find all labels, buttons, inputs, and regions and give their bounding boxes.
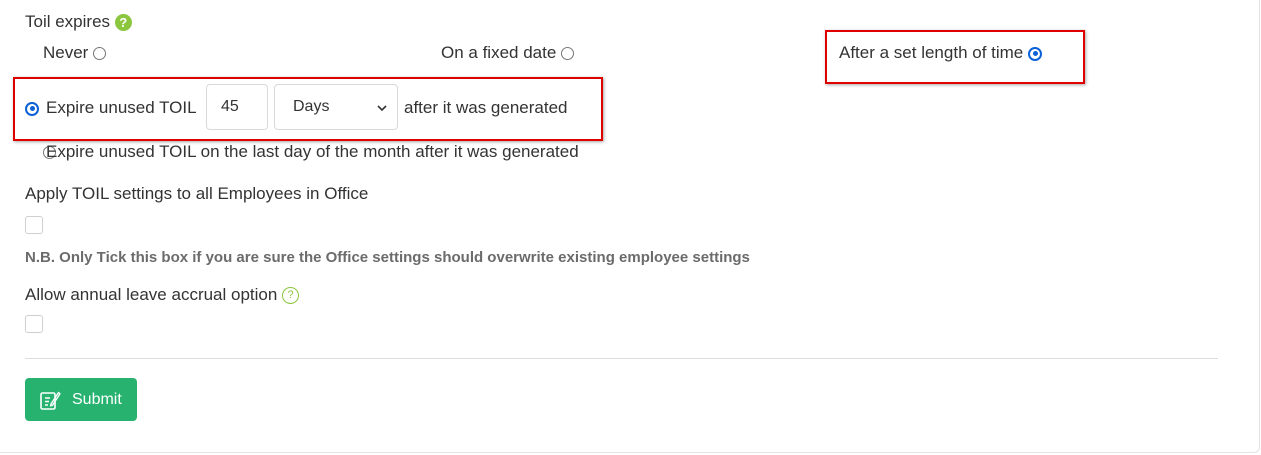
submit-label: Submit xyxy=(72,391,122,408)
set-length-radio[interactable] xyxy=(1028,46,1042,61)
apply-all-checkbox[interactable] xyxy=(25,216,43,234)
option-never-label: Never xyxy=(43,43,89,62)
apply-all-label: Apply TOIL settings to all Employees in … xyxy=(25,184,369,203)
never-radio[interactable] xyxy=(93,47,107,61)
option-fixed-date[interactable]: On a fixed date xyxy=(441,43,575,63)
fixed-date-radio[interactable] xyxy=(561,47,575,61)
annual-leave-heading: Allow annual leave accrual option ? xyxy=(25,285,300,305)
expire-unit-value: Days xyxy=(293,98,330,115)
edit-icon xyxy=(40,391,61,410)
annual-leave-checkbox[interactable] xyxy=(25,315,43,333)
toil-expires-heading: Toil expires ? xyxy=(25,12,132,32)
option-never[interactable]: Never xyxy=(43,43,107,63)
expire-after-suffix: after it was generated xyxy=(404,98,568,117)
question-circle-icon[interactable]: ? xyxy=(114,14,132,32)
apply-all-note: N.B. Only Tick this box if you are sure … xyxy=(25,249,750,266)
expire-after-radio[interactable] xyxy=(25,101,39,116)
option-fixed-date-label: On a fixed date xyxy=(441,43,557,62)
settings-card: Toil expires ? Never On a fixed date Aft… xyxy=(0,0,1260,453)
annual-leave-label: Allow annual leave accrual option xyxy=(25,285,278,304)
expire-amount-input[interactable] xyxy=(206,84,268,130)
submit-button[interactable]: Submit xyxy=(25,378,137,421)
option-set-length[interactable]: After a set length of time xyxy=(839,43,1042,63)
toil-expires-label: Toil expires xyxy=(25,12,111,31)
chevron-down-icon xyxy=(377,105,387,112)
question-circle-outline-icon[interactable]: ? xyxy=(282,287,300,305)
expire-unit-select[interactable]: Days xyxy=(274,84,398,130)
expire-after-prefix: Expire unused TOIL xyxy=(46,98,197,117)
end-of-month-label: Expire unused TOIL on the last day of th… xyxy=(46,142,579,161)
option-set-length-label: After a set length of time xyxy=(839,43,1024,62)
form-divider xyxy=(25,358,1218,359)
